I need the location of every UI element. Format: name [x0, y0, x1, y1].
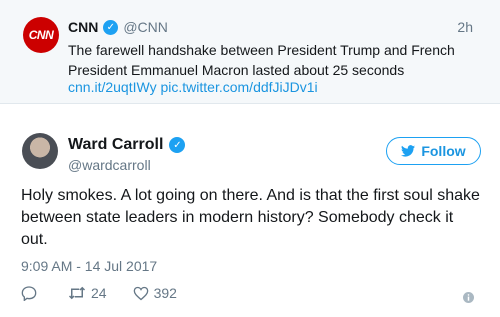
quoted-header: CNN ✓ @CNN — [68, 19, 168, 35]
retweet-icon — [68, 286, 86, 300]
heart-icon — [133, 286, 148, 300]
info-icon[interactable] — [463, 290, 474, 308]
like-count: 392 — [153, 285, 177, 301]
retweet-count: 24 — [91, 285, 107, 301]
like-button[interactable]: 392 — [133, 285, 177, 301]
author-name[interactable]: Ward Carroll — [68, 136, 163, 154]
twitter-bird-icon — [401, 145, 416, 157]
quoted-author-handle[interactable]: @CNN — [123, 19, 168, 35]
retweet-button[interactable]: 24 — [68, 285, 107, 301]
quoted-link-pic[interactable]: pic.twitter.com/ddfJiJDv1i — [160, 79, 317, 95]
verified-icon: ✓ — [169, 137, 186, 153]
verified-icon: ✓ — [103, 19, 119, 35]
author-name-row: Ward Carroll ✓ — [68, 136, 186, 154]
quoted-author-name[interactable]: CNN — [68, 19, 98, 35]
reply-button[interactable] — [21, 285, 42, 301]
tweet-actions: 24 392 — [21, 283, 203, 303]
quoted-tweet[interactable]: CNN CNN ✓ @CNN 2h The farewell handshake… — [0, 0, 500, 104]
author-handle[interactable]: @wardcarroll — [68, 157, 151, 173]
tweet-text: Holy smokes. A lot going on there. And i… — [21, 187, 480, 248]
quoted-links: cnn.it/2uqtIWy pic.twitter.com/ddfJiJDv1… — [68, 79, 318, 95]
quoted-timestamp[interactable]: 2h — [457, 19, 473, 35]
quoted-text: The farewell handshake between President… — [68, 42, 455, 78]
follow-label: Follow — [421, 143, 466, 159]
avatar[interactable] — [22, 133, 58, 169]
tweet-timestamp[interactable]: 9:09 AM - 14 Jul 2017 — [21, 258, 157, 274]
quoted-link-url[interactable]: cnn.it/2uqtIWy — [68, 79, 157, 95]
cnn-avatar[interactable]: CNN — [23, 17, 59, 53]
follow-button[interactable]: Follow — [386, 137, 481, 165]
reply-icon — [21, 286, 37, 301]
